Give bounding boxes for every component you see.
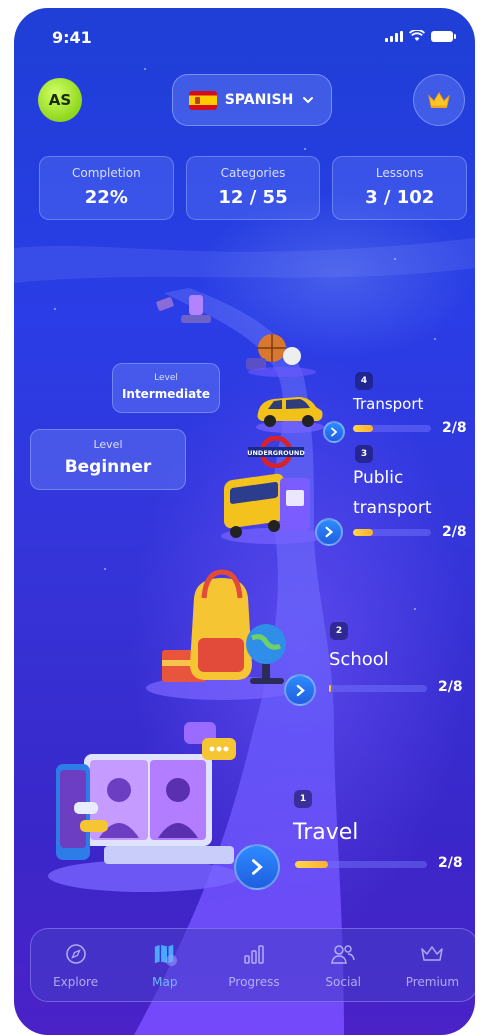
progress-text: 2/8 [438, 855, 463, 871]
chevron-right-icon [331, 427, 338, 437]
category-name: Travel [293, 820, 359, 845]
nav-social[interactable]: Social [299, 929, 388, 1001]
progress-bar [353, 529, 431, 536]
bar-chart-icon [242, 942, 266, 966]
chevron-down-icon [303, 97, 314, 104]
wifi-icon [409, 30, 425, 42]
language-label: SPANISH [224, 92, 294, 108]
open-category-button[interactable] [315, 518, 343, 546]
stat-label: Categories [220, 166, 286, 180]
sports-items-illustration [242, 320, 322, 384]
level-caption: Level [154, 373, 178, 383]
level-beginner-badge: Level Beginner [30, 429, 186, 490]
progress-text: 2/8 [442, 524, 467, 540]
stat-completion: Completion 22% [39, 156, 174, 220]
underground-sign-illustration: UNDERGROUND [246, 435, 306, 472]
avatar-initials: AS [48, 91, 72, 109]
crown-icon [428, 92, 450, 108]
crown-outline-icon [420, 942, 444, 966]
level-intermediate-badge: Level Intermediate [112, 363, 220, 413]
nav-label: Explore [53, 974, 99, 989]
status-time: 9:41 [52, 28, 92, 47]
status-icons [385, 30, 456, 42]
stat-categories: Categories 12 / 55 [185, 156, 321, 220]
chevron-right-icon [325, 526, 334, 538]
stat-value: 3 / 102 [365, 187, 435, 208]
signal-icon [385, 31, 403, 42]
nav-progress[interactable]: Progress [209, 929, 298, 1001]
nav-label: Progress [228, 974, 280, 989]
category-number: 4 [355, 372, 373, 390]
nav-premium[interactable]: Premium [388, 929, 475, 1001]
nav-map[interactable]: Map [120, 929, 209, 1001]
distant-items-illustration [149, 291, 229, 335]
stat-value: 12 / 55 [218, 187, 288, 208]
open-category-button[interactable] [234, 844, 280, 890]
chevron-right-icon [251, 859, 263, 875]
school-backpack-illustration [142, 568, 302, 706]
map-icon [153, 942, 177, 966]
progress-bar [295, 861, 427, 868]
category-number: 2 [330, 622, 348, 640]
stat-label: Completion [71, 166, 141, 180]
progress-bar [329, 685, 427, 692]
progress-fill [329, 685, 331, 692]
stat-lessons: Lessons 3 / 102 [332, 156, 468, 220]
app-screen: 9:41 AS SPANISH Completion 22% Categorie… [14, 8, 475, 1035]
spain-flag-icon [188, 90, 217, 110]
avatar[interactable]: AS [38, 78, 82, 122]
category-name-line2: transport [353, 498, 432, 518]
progress-bar [353, 425, 431, 432]
level-name: Intermediate [121, 387, 211, 401]
underground-sign-text: UNDERGROUND [247, 449, 305, 457]
progress-text: 2/8 [438, 679, 463, 695]
car-illustration [252, 385, 332, 439]
bus-illustration [218, 470, 328, 550]
level-caption: Level [93, 438, 123, 451]
premium-crown-button[interactable] [413, 74, 465, 126]
level-name: Beginner [64, 457, 152, 477]
nav-explore[interactable]: Explore [31, 929, 120, 1001]
category-name: Public [353, 468, 404, 488]
progress-fill [353, 425, 373, 432]
category-name: School [329, 649, 389, 670]
stat-label: Lessons [375, 166, 424, 180]
category-number: 1 [294, 790, 312, 808]
progress-fill [295, 861, 328, 868]
open-category-button[interactable] [323, 421, 345, 443]
category-number: 3 [355, 445, 373, 463]
nav-label: Social [325, 974, 361, 989]
stats-row: Completion 22% Categories 12 / 55 Lesson… [39, 156, 468, 220]
battery-icon [431, 31, 456, 42]
people-icon [331, 942, 355, 966]
language-selector[interactable]: SPANISH [172, 74, 332, 126]
progress-text: 2/8 [442, 420, 467, 436]
nav-label: Premium [405, 974, 460, 989]
bottom-navigation: Explore Map Progress Social Premium [30, 928, 475, 1002]
chevron-right-icon [296, 684, 305, 696]
open-category-button[interactable] [284, 674, 316, 706]
nav-label: Map [152, 974, 178, 989]
compass-icon [64, 942, 88, 966]
video-call-laptop-illustration [44, 708, 244, 898]
progress-fill [353, 529, 373, 536]
stat-value: 22% [84, 187, 128, 208]
category-name: Transport [353, 395, 424, 413]
